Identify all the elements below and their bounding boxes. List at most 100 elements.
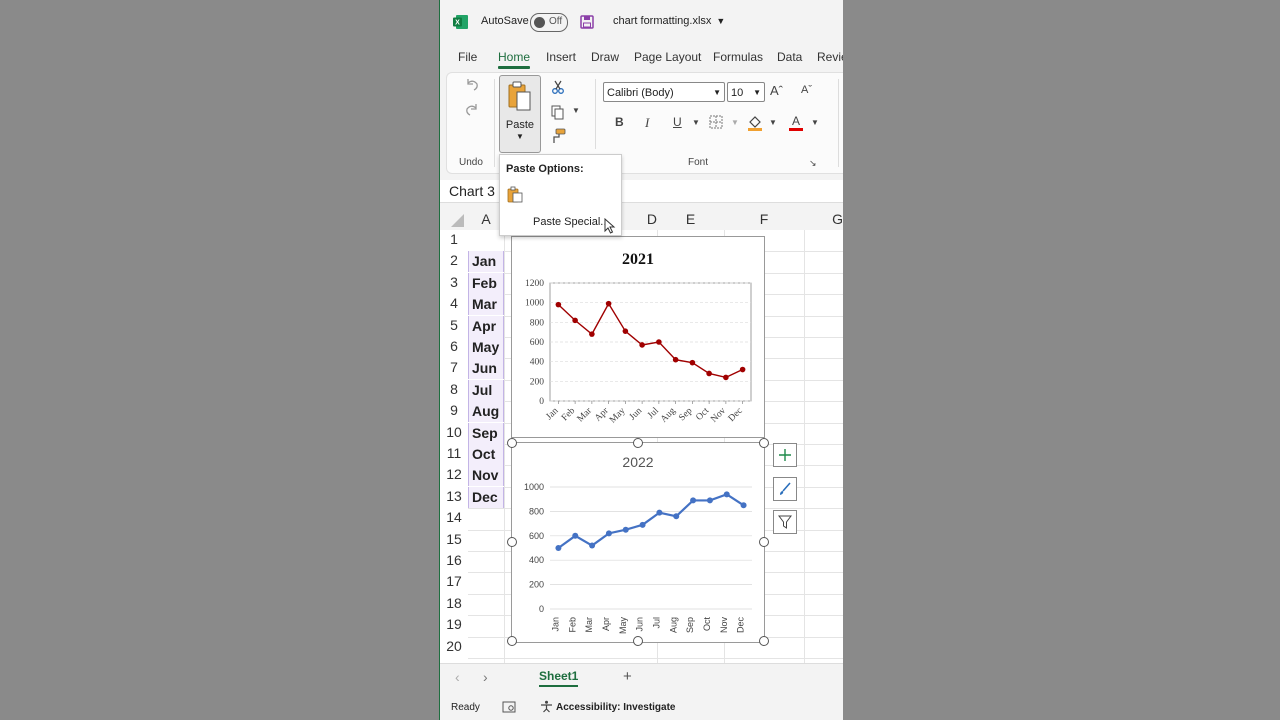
cell-month[interactable]: Jun <box>468 358 504 380</box>
paste-keep-source-icon[interactable] <box>507 186 523 203</box>
copy-icon[interactable] <box>550 104 566 120</box>
cell-month[interactable]: May <box>468 337 504 358</box>
autosave-toggle[interactable]: Off <box>530 13 568 32</box>
x-tick-label: Dec <box>736 617 746 634</box>
data-point <box>622 328 629 334</box>
resize-handle[interactable] <box>507 438 517 448</box>
tab-page-layout[interactable]: Page Layout <box>634 50 701 64</box>
font-name-select[interactable]: Calibri (Body) ▼ <box>603 82 725 102</box>
row-header[interactable]: 5 <box>440 317 468 333</box>
row-header[interactable]: 15 <box>440 531 468 547</box>
cut-icon[interactable] <box>551 79 565 95</box>
font-color-icon[interactable]: A <box>788 114 804 132</box>
scroll-right-icon[interactable]: › <box>483 669 488 685</box>
row-header[interactable]: 18 <box>440 595 468 611</box>
x-tick-label: Jun <box>635 617 645 632</box>
name-box[interactable]: Chart 3 <box>449 183 495 199</box>
resize-handle[interactable] <box>759 438 769 448</box>
column-header-g[interactable]: G <box>804 208 843 230</box>
row-header[interactable]: 13 <box>440 488 468 504</box>
underline-button[interactable]: U <box>673 115 682 129</box>
row-header[interactable]: 12 <box>440 466 468 482</box>
select-all-corner[interactable] <box>440 208 468 230</box>
file-name-menu[interactable]: chart formatting.xlsx ▼ <box>613 15 725 27</box>
chevron-down-icon: ▼ <box>716 16 726 26</box>
data-point <box>656 509 663 516</box>
tab-draw[interactable]: Draw <box>591 50 619 64</box>
format-painter-icon[interactable] <box>550 128 566 144</box>
row-header[interactable]: 16 <box>440 552 468 568</box>
cell-month[interactable]: Aug <box>468 401 504 423</box>
cell-month[interactable]: Mar <box>468 294 504 316</box>
data-point <box>706 497 713 504</box>
fill-color-chevron-icon[interactable]: ▼ <box>769 118 777 127</box>
row-header[interactable]: 11 <box>440 445 468 461</box>
row-header[interactable]: 10 <box>440 424 468 440</box>
decrease-font-size-icon[interactable]: Aˇ <box>801 84 812 96</box>
row-header[interactable]: 17 <box>440 573 468 589</box>
row-header[interactable]: 2 <box>440 252 468 268</box>
row-header[interactable]: 20 <box>440 638 468 654</box>
cell-month[interactable]: Jan <box>468 251 504 273</box>
tab-insert[interactable]: Insert <box>546 50 576 64</box>
row-header[interactable]: 6 <box>440 338 468 354</box>
row-header[interactable]: 14 <box>440 509 468 525</box>
tab-formulas[interactable]: Formulas <box>713 50 763 64</box>
macro-record-icon[interactable] <box>502 701 516 713</box>
chart-filters-button[interactable] <box>773 510 797 534</box>
copy-options-chevron-icon[interactable]: ▼ <box>572 106 580 115</box>
row-header[interactable]: 4 <box>440 295 468 311</box>
font-dialog-launcher-icon[interactable]: ↘ <box>809 158 817 169</box>
add-sheet-icon[interactable]: + <box>623 668 632 685</box>
chart-2022[interactable]: 2022 0 200 400 600 800 1000 Jan Feb Mar Apr May Jun J… <box>511 442 765 643</box>
chart-styles-button[interactable] <box>773 477 797 501</box>
bold-button[interactable]: B <box>615 115 624 129</box>
row-header[interactable]: 1 <box>440 231 468 247</box>
paste-button[interactable]: Paste ▼ <box>499 75 541 153</box>
fill-color-icon[interactable] <box>747 114 763 132</box>
chevron-down-icon: ▼ <box>713 88 721 97</box>
row-header[interactable]: 9 <box>440 402 468 418</box>
tab-file[interactable]: File <box>458 50 477 64</box>
font-size-select[interactable]: 10 ▼ <box>727 82 765 102</box>
tab-data[interactable]: Data <box>777 50 802 64</box>
chart-2021[interactable]: 2021 0 200 400 600 800 1000 1200 Jan FebMar AprMay… <box>511 236 765 438</box>
column-header-e[interactable]: E <box>657 208 724 230</box>
cell-month[interactable]: Oct <box>468 444 504 465</box>
data-point <box>673 513 680 520</box>
resize-handle[interactable] <box>759 537 769 547</box>
row-header[interactable]: 19 <box>440 616 468 632</box>
column-header-f[interactable]: F <box>724 208 804 230</box>
borders-icon[interactable] <box>709 115 723 129</box>
cell-month[interactable]: Jul <box>468 379 504 401</box>
undo-icon[interactable] <box>464 77 480 93</box>
cell-month[interactable]: Feb <box>468 272 504 294</box>
cell-month[interactable]: Nov <box>468 465 504 487</box>
cell-month[interactable]: Sep <box>468 422 504 444</box>
sheet-tab-sheet1[interactable]: Sheet1 <box>539 669 579 687</box>
borders-chevron-icon[interactable]: ▼ <box>731 118 739 127</box>
row-header[interactable]: 8 <box>440 381 468 397</box>
italic-button[interactable]: I <box>645 115 649 131</box>
redo-icon[interactable] <box>464 102 480 118</box>
resize-handle[interactable] <box>633 438 643 448</box>
resize-handle[interactable] <box>507 636 517 646</box>
scroll-left-icon[interactable]: ‹ <box>455 669 460 685</box>
data-point <box>555 301 562 308</box>
tab-review[interactable]: Revie <box>817 50 843 64</box>
increase-font-size-icon[interactable]: Aˆ <box>770 83 783 98</box>
cell-month[interactable]: Apr <box>468 315 504 337</box>
tab-home[interactable]: Home <box>498 50 531 69</box>
accessibility-status[interactable]: Accessibility: Investigate <box>556 702 676 713</box>
resize-handle[interactable] <box>759 636 769 646</box>
chart-elements-button[interactable] <box>773 443 797 467</box>
cell-month[interactable]: Dec <box>468 486 504 508</box>
save-icon[interactable] <box>580 15 594 29</box>
resize-handle[interactable] <box>633 636 643 646</box>
paste-special-item[interactable]: Paste Special... <box>533 216 609 228</box>
row-header[interactable]: 3 <box>440 274 468 290</box>
underline-options-chevron-icon[interactable]: ▼ <box>692 118 700 127</box>
font-color-chevron-icon[interactable]: ▼ <box>811 118 819 127</box>
resize-handle[interactable] <box>507 537 517 547</box>
row-header[interactable]: 7 <box>440 359 468 375</box>
